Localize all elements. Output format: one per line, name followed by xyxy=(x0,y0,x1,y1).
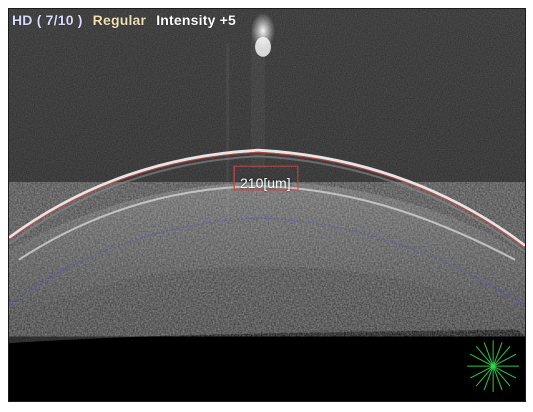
oct-bscan-image xyxy=(9,9,525,401)
oct-scan-viewport: HD ( 7/10 ) Regular Intensity +5 210[um] xyxy=(8,8,526,402)
scan-mode-label: Regular xyxy=(92,12,147,28)
intensity-level-label: Intensity +5 xyxy=(156,12,237,28)
hd-quality-indicator: HD ( 7/10 ) xyxy=(12,12,83,28)
radial-green-compass-icon xyxy=(467,340,520,393)
scan-settings-header: HD ( 7/10 ) Regular Intensity +5 xyxy=(12,12,236,28)
thickness-measurement-label: 210[um] xyxy=(240,175,291,191)
